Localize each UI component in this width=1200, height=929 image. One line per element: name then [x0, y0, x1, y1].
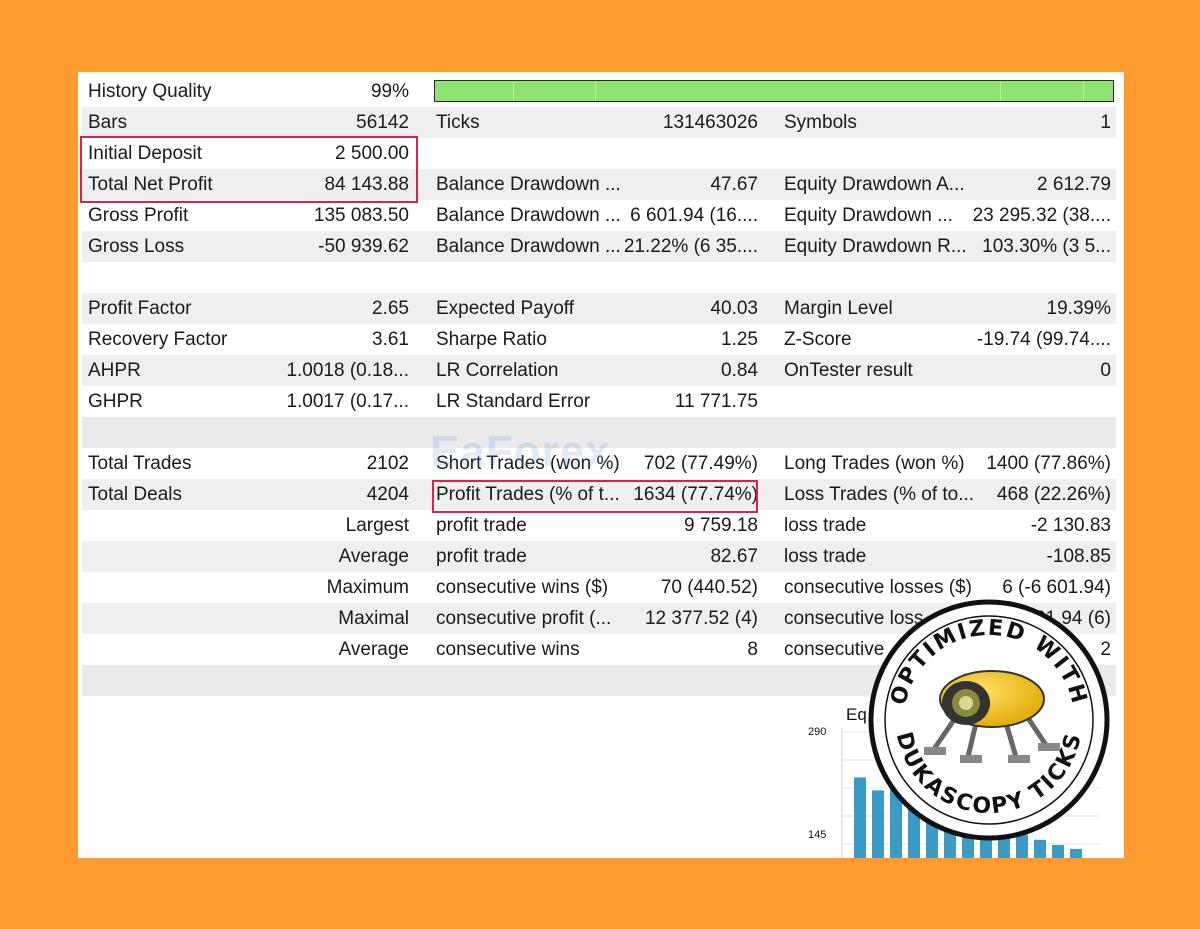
stat-value: 6 601.94 (16.... — [630, 205, 758, 226]
stat-label: consecutive wins — [436, 639, 580, 660]
stat-label: OnTester result — [784, 360, 913, 381]
stat-label: LR Correlation — [436, 360, 559, 381]
stat-label: Equity Drawdown A... — [784, 174, 965, 195]
stat-label: Balance Drawdown ... — [436, 174, 621, 195]
stat-label: Balance Drawdown ... — [436, 236, 621, 257]
stat-label: Expected Payoff — [436, 298, 575, 319]
stat-value: -50 939.62 — [318, 236, 409, 257]
stat-label: Short Trades (won %) — [436, 453, 620, 474]
stat-value: 70 (440.52) — [660, 577, 758, 598]
stat-label: Balance Drawdown ... — [436, 205, 621, 226]
stat-label: Equity Drawdown ... — [784, 205, 953, 226]
stat-value — [962, 386, 1111, 417]
stat-value: -19.74 (99.74.... — [976, 329, 1111, 350]
stat-value — [612, 138, 758, 169]
row-group-label: Maximum — [326, 577, 409, 598]
quality-bar-segment — [1083, 82, 1084, 100]
stat-value: 2102 — [366, 453, 409, 474]
stats-row: Profit Factor 2.65 Expected Payoff 40.03 Mar… — [82, 293, 1116, 324]
stat-value: 1400 (77.86%) — [986, 453, 1111, 474]
stats-row: Largest profit trade 9 759.18 loss trade -2 … — [82, 510, 1116, 541]
stat-value: 0 — [1100, 360, 1111, 381]
stat-value: 56142 — [356, 112, 409, 133]
stat-value: 19.39% — [1046, 298, 1111, 319]
stat-label: loss trade — [784, 515, 867, 536]
stat-value: 131463026 — [662, 112, 758, 133]
stat-value: 103.30% (3 5... — [982, 236, 1111, 257]
stat-label: Z-Score — [784, 329, 852, 350]
mini-chart-bar — [854, 777, 866, 858]
spacer-row — [82, 417, 1116, 448]
history-quality-row: History Quality 99% — [82, 76, 1116, 107]
quality-bar-segment — [513, 82, 514, 100]
stat-value: 9 759.18 — [684, 515, 758, 536]
row-group-label: Largest — [345, 515, 409, 536]
stat-value: 4204 — [366, 484, 409, 505]
quality-bar-segment — [595, 82, 596, 100]
mini-chart-title: Eq — [846, 705, 867, 724]
stat-label — [784, 138, 974, 169]
stat-value: 11 771.75 — [674, 391, 758, 412]
history-quality-bar — [434, 80, 1114, 102]
stat-value: 3.61 — [372, 329, 409, 350]
stat-label: Sharpe Ratio — [436, 329, 547, 350]
stat-label: Ticks — [436, 112, 480, 133]
stats-row: Average profit trade 82.67 loss trade -108.8… — [82, 541, 1116, 572]
stat-label — [436, 138, 636, 169]
history-quality-value: 99% — [370, 81, 409, 102]
row-group-label: Average — [338, 639, 409, 660]
highlight-profit-trades — [432, 480, 758, 513]
quality-bar-segment — [1000, 82, 1001, 100]
stat-value: 21.22% (6 35.... — [623, 236, 758, 257]
stats-row: AHPR 1.0018 (0.18... LR Correlation 0.84 OnT… — [82, 355, 1116, 386]
stat-label: Margin Level — [784, 298, 893, 319]
stat-label: loss trade — [784, 546, 867, 567]
mini-chart-ytick: 145 — [808, 829, 826, 841]
stat-value: 702 (77.49%) — [643, 453, 758, 474]
stats-row: Gross Profit 135 083.50 Balance Drawdown .… — [82, 200, 1116, 231]
mini-chart-bar — [1052, 845, 1064, 858]
stat-value: 82.67 — [710, 546, 758, 567]
stat-value: 8 — [747, 639, 758, 660]
stats-row: Recovery Factor 3.61 Sharpe Ratio 1.25 Z-Sco… — [82, 324, 1116, 355]
stats-row: Bars 56142 Ticks 131463026 Symbols 1 — [82, 107, 1116, 138]
stat-value: 1.0018 (0.18... — [286, 360, 409, 381]
stat-value: 23 295.32 (38.... — [972, 205, 1111, 226]
mini-chart-bar — [1070, 848, 1082, 858]
stat-value: 12 377.52 (4) — [644, 608, 758, 629]
stat-value: 47.67 — [710, 174, 758, 195]
stat-label: Long Trades (won %) — [784, 453, 965, 474]
stat-value: 468 (22.26%) — [996, 484, 1111, 505]
stat-value: 135 083.50 — [313, 205, 409, 226]
row-group-label: Average — [338, 546, 409, 567]
stat-label: consecutive wins ($) — [436, 577, 609, 598]
stats-row: Total Trades 2102 Short Trades (won %) 702 … — [82, 448, 1116, 479]
stat-label — [784, 386, 974, 417]
stat-value: 1 — [1100, 112, 1111, 133]
stat-label: Equity Drawdown R... — [784, 236, 967, 257]
stat-label: LR Standard Error — [436, 391, 591, 412]
stat-label: profit trade — [436, 546, 527, 567]
stat-value: 40.03 — [710, 298, 758, 319]
stat-value: -108.85 — [1046, 546, 1111, 567]
stats-row: GHPR 1.0017 (0.17... LR Standard Error 11 7… — [82, 386, 1116, 417]
stat-value: 1.0017 (0.17... — [286, 391, 409, 412]
stat-value — [962, 138, 1111, 169]
highlight-deposit-profit — [80, 136, 418, 203]
stats-row: Gross Loss -50 939.62 Balance Drawdown ...… — [82, 231, 1116, 262]
stat-label: profit trade — [436, 515, 527, 536]
stat-label: Symbols — [784, 112, 857, 133]
mini-chart-ytick: 290 — [808, 726, 826, 738]
stat-value: 2.65 — [372, 298, 409, 319]
stat-value: -2 130.83 — [1030, 515, 1111, 536]
row-group-label: Maximal — [338, 608, 409, 629]
stat-value: 2 612.79 — [1037, 174, 1111, 195]
stat-value: 0.84 — [721, 360, 758, 381]
mini-chart-bar — [1034, 839, 1046, 858]
spacer-row — [82, 262, 1116, 293]
stat-label: consecutive profit (... — [436, 608, 612, 629]
dukascopy-badge: OPTIMIZED WITH DUKASCOPY TICKS — [868, 599, 1110, 841]
stat-value: 1.25 — [721, 329, 758, 350]
stat-label: Loss Trades (% of to... — [784, 484, 974, 505]
